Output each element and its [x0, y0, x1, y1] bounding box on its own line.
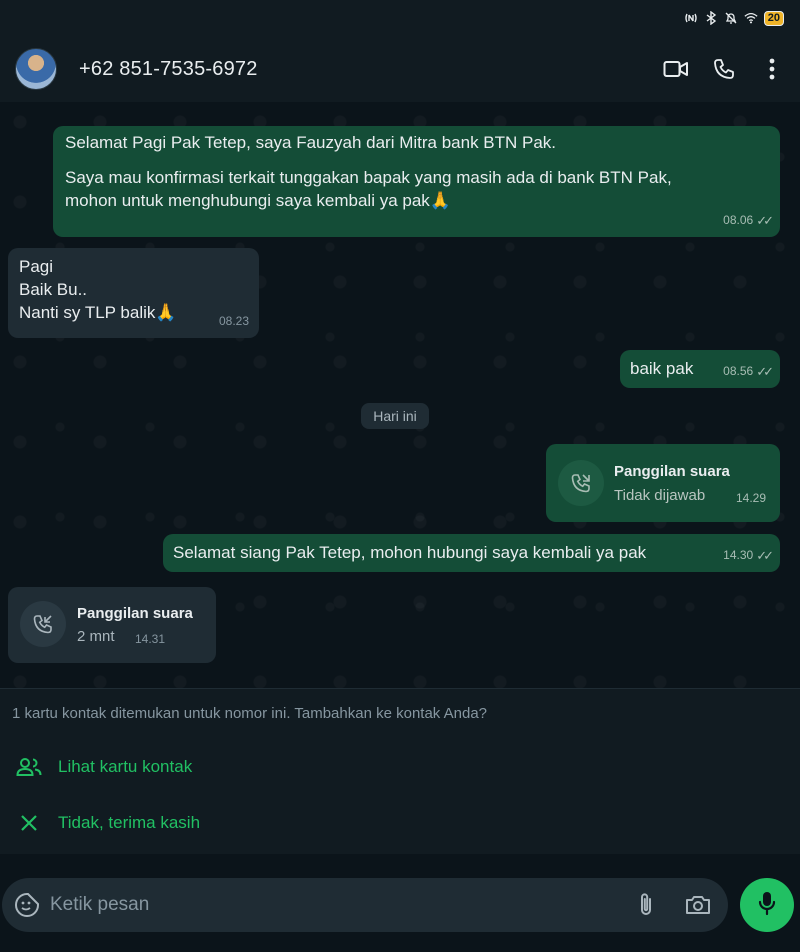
nfc-icon: [684, 11, 698, 25]
message-text: baik pak: [630, 359, 694, 378]
call-title: Panggilan suara: [614, 463, 730, 480]
message-bubble-outgoing[interactable]: Selamat siang Pak Tetep, mohon hubungi s…: [163, 534, 780, 572]
contact-card-prompt: 1 kartu kontak ditemukan untuk nomor ini…: [0, 688, 800, 854]
contact-title[interactable]: +62 851-7535-6972: [79, 58, 652, 81]
message-text: Selamat siang Pak Tetep, mohon hubungi s…: [173, 543, 647, 562]
message-text: Baik Bu..: [19, 280, 88, 299]
contact-prompt-text: 1 kartu kontak ditemukan untuk nomor ini…: [12, 705, 488, 722]
attach-icon[interactable]: [620, 892, 672, 918]
view-contact-card-button[interactable]: Lihat kartu kontak: [0, 745, 800, 789]
dismiss-contact-label: Tidak, terima kasih: [58, 813, 201, 832]
message-bubble-outgoing[interactable]: baik pak 08.56 ✓✓: [620, 350, 780, 388]
message-text: Pagi: [19, 257, 54, 276]
message-meta: 14.30 ✓✓: [723, 544, 774, 567]
date-divider: Hari ini: [361, 403, 429, 429]
close-icon: [0, 814, 58, 832]
call-bubble-incoming[interactable]: Panggilan suara 2 mnt 14.31: [8, 587, 216, 663]
message-composer: [2, 878, 728, 932]
phone-call-icon[interactable]: [700, 45, 748, 93]
chat-header: +62 851-7535-6972: [0, 36, 800, 102]
voice-message-button[interactable]: [740, 878, 794, 932]
message-text: mohon untuk menghubungi saya kembali ya …: [65, 191, 451, 210]
message-text: Saya mau konfirmasi terkait tunggakan ba…: [65, 168, 672, 187]
call-status: 2 mnt: [77, 628, 115, 645]
message-meta: 08.06 ✓✓: [723, 209, 774, 232]
message-time: 08.56: [723, 364, 754, 378]
call-status: Tidak dijawab: [614, 487, 706, 504]
more-options-icon[interactable]: [748, 45, 796, 93]
incoming-call-icon: [20, 601, 66, 647]
message-bubble-incoming[interactable]: Pagi Baik Bu.. Nanti sy TLP balik🙏 08.23: [8, 248, 259, 338]
message-list[interactable]: Selamat Pagi Pak Tetep, saya Fauzyah dar…: [0, 102, 800, 688]
call-bubble-outgoing[interactable]: Panggilan suara Tidak dijawab 14.29: [546, 444, 780, 522]
microphone-icon: [757, 890, 777, 921]
message-meta: 14.31: [135, 628, 165, 651]
camera-icon[interactable]: [672, 894, 724, 916]
message-time: 08.06: [723, 213, 754, 227]
call-title: Panggilan suara: [77, 605, 193, 622]
read-receipt-icon: ✓✓: [756, 364, 774, 379]
message-bubble-outgoing[interactable]: Selamat Pagi Pak Tetep, saya Fauzyah dar…: [53, 126, 780, 237]
status-bar: 20: [0, 0, 800, 36]
read-receipt-icon: ✓✓: [756, 213, 774, 228]
bluetooth-icon: [704, 11, 718, 25]
message-time: 14.31: [135, 632, 166, 646]
video-call-icon[interactable]: [652, 45, 700, 93]
missed-call-icon: [558, 460, 604, 506]
mute-bell-icon: [724, 11, 738, 25]
composer-bar: [0, 854, 800, 952]
message-meta: 08.56 ✓✓: [723, 360, 774, 383]
message-text: Selamat Pagi Pak Tetep, saya Fauzyah dar…: [65, 133, 557, 152]
avatar[interactable]: [15, 48, 57, 90]
battery-indicator: 20: [763, 10, 784, 26]
wifi-icon: [744, 11, 758, 25]
message-time: 14.29: [735, 491, 766, 505]
message-input[interactable]: [50, 894, 620, 916]
read-receipt-icon: ✓✓: [756, 548, 774, 563]
message-meta: 08.23: [219, 310, 249, 333]
people-icon: [0, 757, 58, 777]
message-text: Nanti sy TLP balik🙏: [19, 303, 177, 322]
sticker-emoji-icon[interactable]: [4, 892, 50, 918]
message-time: 08.23: [218, 314, 249, 328]
view-contact-card-label: Lihat kartu kontak: [58, 757, 193, 776]
dismiss-contact-button[interactable]: Tidak, terima kasih: [0, 801, 800, 845]
message-meta: 14.29: [736, 487, 766, 510]
message-time: 14.30: [723, 548, 754, 562]
